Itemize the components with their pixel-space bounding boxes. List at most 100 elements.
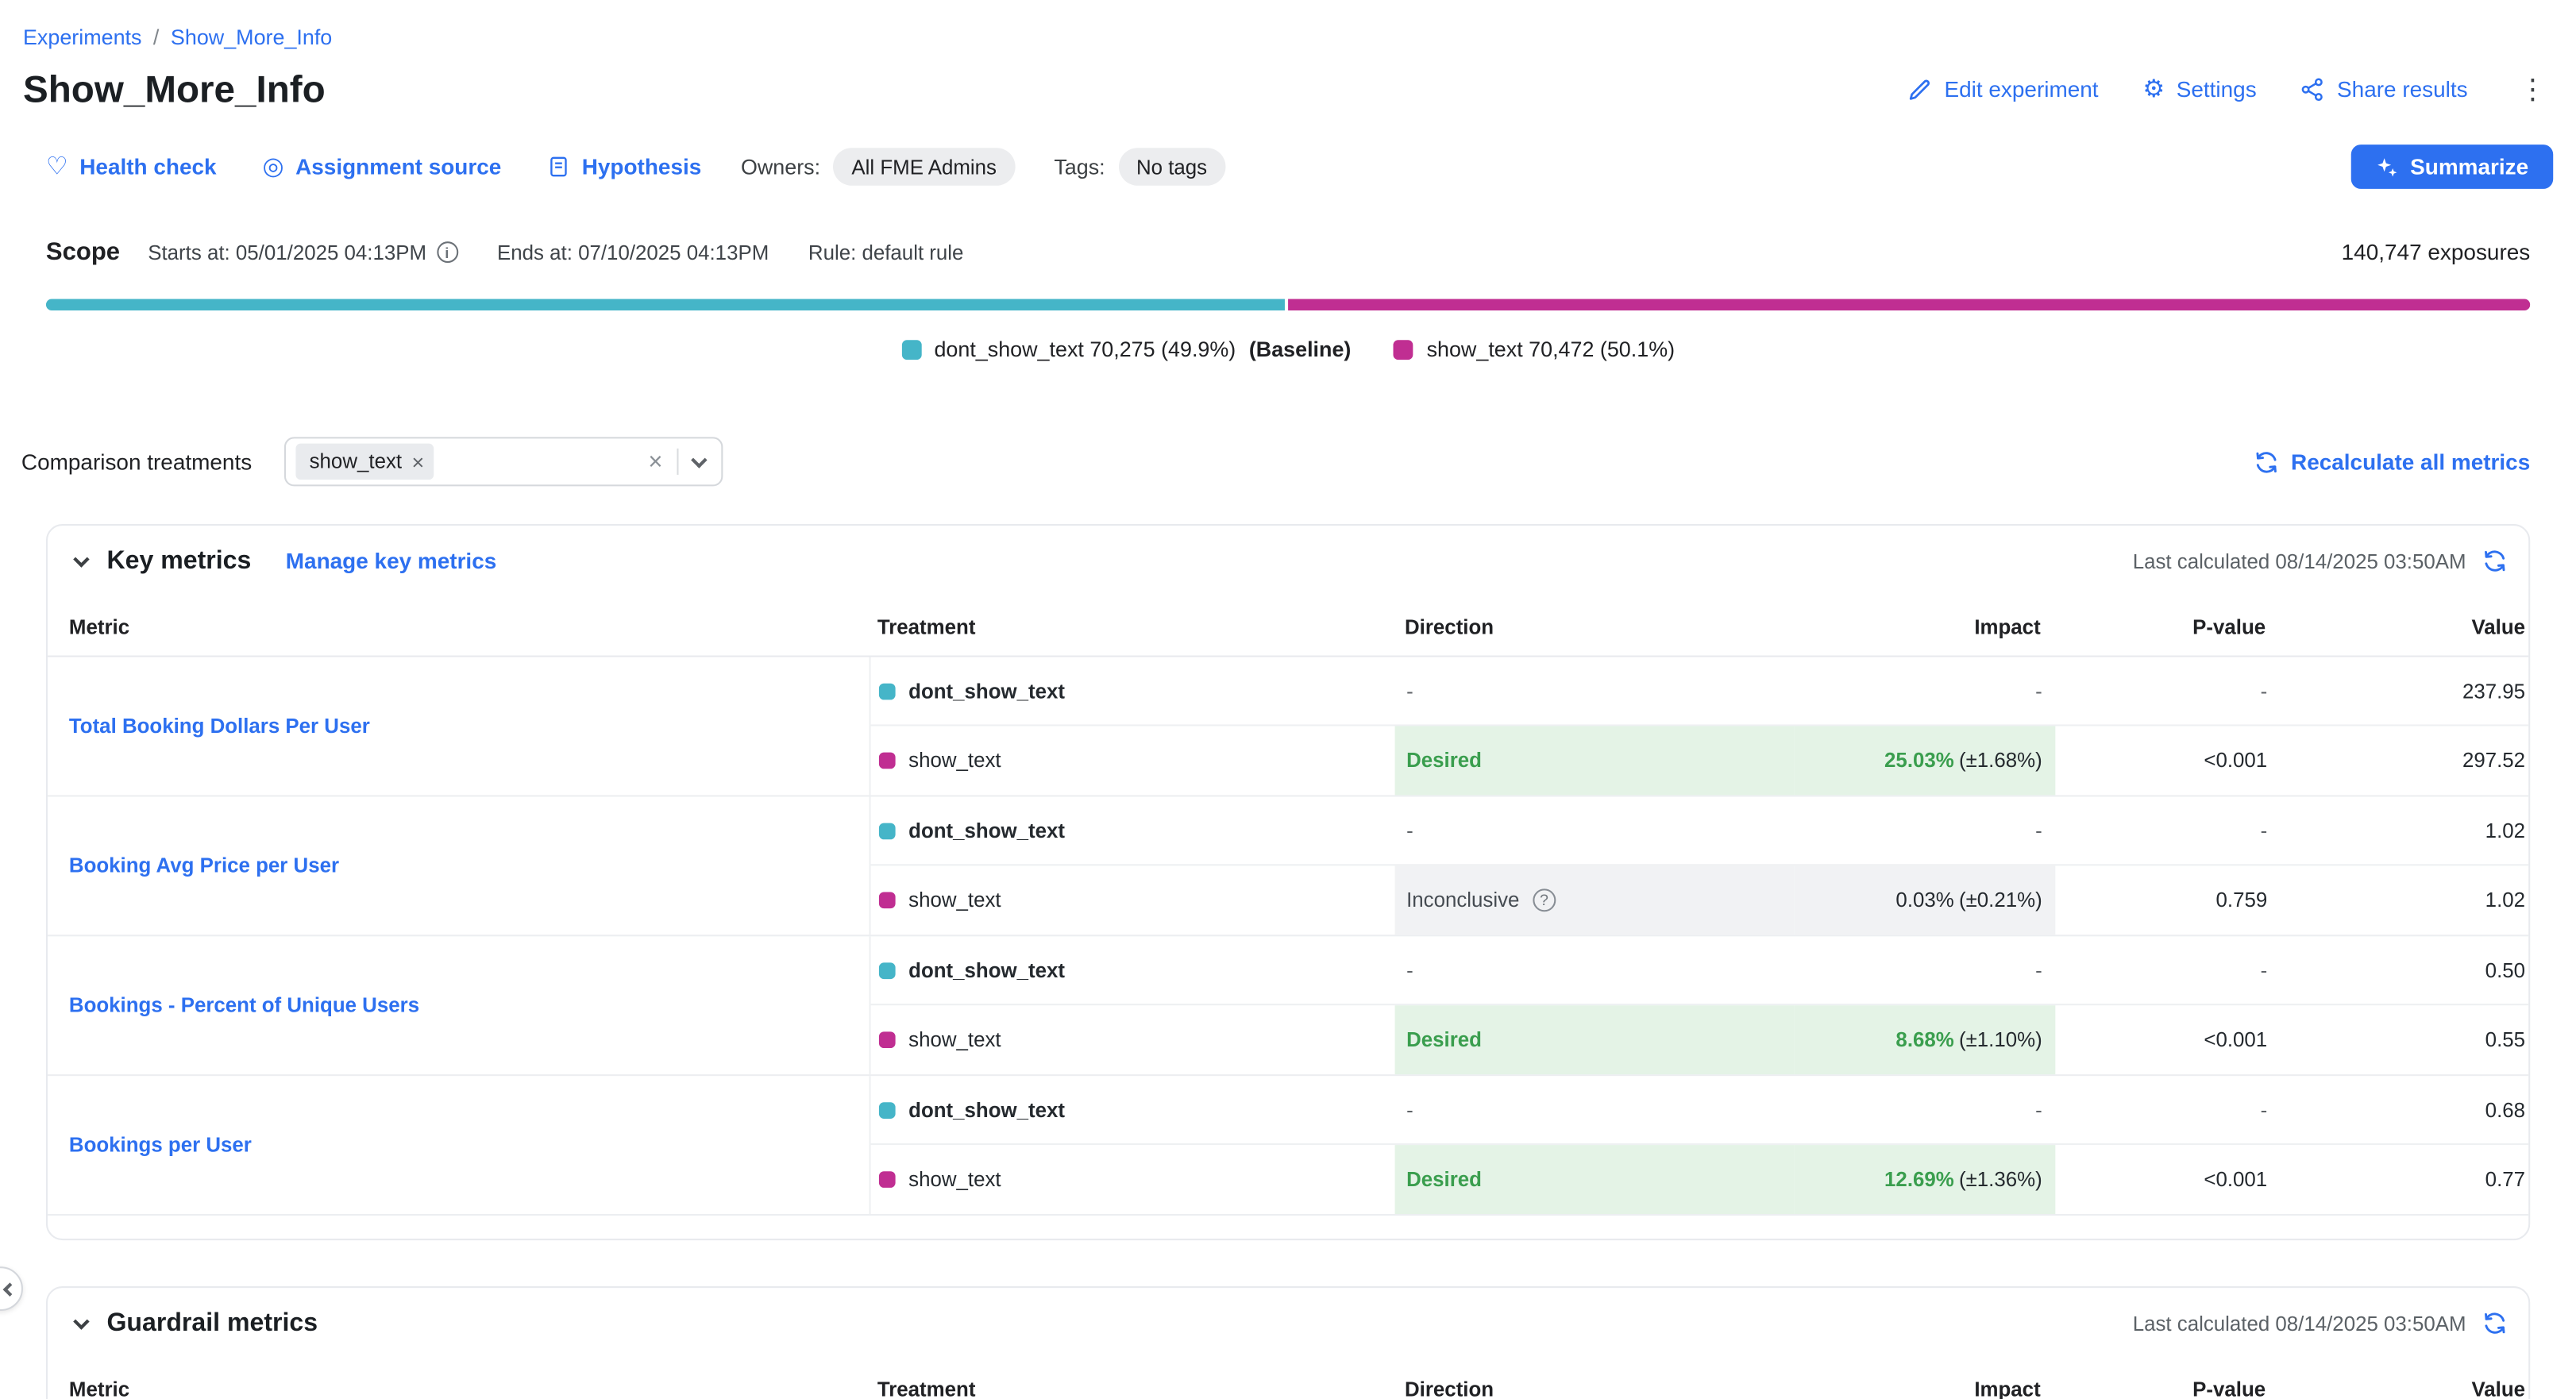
metric-name-cell: Bookings - Percent of Unique Users — [48, 936, 870, 1074]
treatment-name: dont_show_text — [908, 680, 1065, 703]
pvalue-cell: <0.001 — [2055, 1145, 2273, 1214]
table-row-baseline: dont_show_text - - - 1.02 — [871, 796, 2529, 865]
pvalue-cell: - — [2055, 796, 2273, 864]
impact-cell: 8.68%(±1.10%) — [1794, 1005, 2055, 1074]
impact-value: - — [2035, 819, 2042, 842]
direction-value: - — [1406, 819, 1413, 842]
metric-link[interactable]: Bookings - Percent of Unique Users — [69, 994, 419, 1017]
health-check-label: Health check — [79, 154, 216, 179]
select-clear-icon[interactable]: × — [648, 449, 662, 474]
tags-chip[interactable]: No tags — [1118, 148, 1225, 186]
table-row-baseline: dont_show_text - - - 0.50 — [871, 936, 2529, 1005]
treatment-cell: dont_show_text — [871, 936, 1395, 1004]
scope-starts-at: Starts at: 05/01/2025 04:13PM i — [148, 241, 457, 264]
breadcrumb-experiments-link[interactable]: Experiments — [23, 25, 141, 49]
metric-value: 1.02 — [2485, 819, 2525, 842]
chevron-left-icon — [3, 1281, 17, 1296]
metric-link[interactable]: Booking Avg Price per User — [69, 854, 339, 877]
document-icon — [547, 154, 570, 179]
pvalue-cell: - — [2055, 936, 2273, 1004]
direction-value: Inconclusive — [1406, 888, 1519, 911]
value-cell: 0.50 — [2273, 936, 2528, 1004]
scope-ends-at: Ends at: 07/10/2025 04:13PM — [497, 241, 769, 264]
experiment-results-page: Experiments / Show_More_Info Show_More_I… — [0, 0, 2576, 1399]
direction-value: Desired — [1406, 1028, 1482, 1051]
table-row-baseline: dont_show_text - - - 237.95 — [871, 657, 2529, 726]
share-results-label: Share results — [2337, 76, 2468, 101]
experiment-toolbar: ♡ Health check ◎ Assignment source Hypot… — [46, 145, 2553, 189]
header-actions: Edit experiment ⚙ Settings Share results… — [1908, 71, 2553, 106]
edit-experiment-label: Edit experiment — [1944, 76, 2098, 101]
summarize-label: Summarize — [2410, 154, 2528, 179]
exposure-bar-treatment-segment — [1289, 299, 2530, 310]
pvalue-value: - — [2261, 819, 2268, 842]
kebab-menu-button[interactable]: ⋮ — [2512, 71, 2554, 106]
pvalue-value: - — [2261, 958, 2268, 981]
impact-confidence-interval: (±1.68%) — [1959, 749, 2042, 772]
value-cell: 1.02 — [2273, 865, 2528, 935]
table-row-treatment: show_text Desired 25.03%(±1.68%) <0.001 … — [871, 726, 2529, 795]
key-metrics-card: Key metrics Manage key metrics Last calc… — [46, 524, 2530, 1240]
table-row-treatment: show_text Inconclusive? 0.03%(±0.21%) 0.… — [871, 865, 2529, 935]
impact-cell: - — [1794, 657, 2055, 725]
assignment-source-link[interactable]: ◎ Assignment source — [263, 154, 502, 179]
impact-cell: 0.03%(±0.21%) — [1794, 865, 2055, 935]
impact-value: 12.69% — [1884, 1168, 1954, 1191]
column-header-impact: Impact — [1792, 615, 2053, 638]
recalculate-all-metrics-button[interactable]: Recalculate all metrics — [2255, 449, 2531, 474]
gear-icon: ⚙ — [2142, 76, 2165, 101]
legend-baseline: dont_show_text 70,275 (49.9%) (Baseline) — [901, 337, 1351, 361]
question-icon[interactable]: ? — [1533, 888, 1556, 911]
settings-button[interactable]: ⚙ Settings — [2142, 76, 2256, 101]
key-metrics-refresh-button[interactable] — [2482, 549, 2507, 573]
metric-link[interactable]: Total Booking Dollars Per User — [69, 715, 370, 738]
legend-baseline-suffix: (Baseline) — [1249, 337, 1352, 361]
breadcrumb-current-link[interactable]: Show_More_Info — [171, 25, 332, 49]
chevron-down-icon[interactable] — [692, 451, 708, 467]
metric-group: Total Booking Dollars Per User dont_show… — [48, 657, 2528, 797]
treatment-color-swatch — [879, 683, 896, 700]
info-icon[interactable]: i — [436, 241, 457, 263]
exposure-legend: dont_show_text 70,275 (49.9%) (Baseline)… — [46, 337, 2530, 361]
column-header-metric: Metric — [48, 615, 870, 638]
scope-rule: Rule: default rule — [808, 241, 964, 264]
hypothesis-link[interactable]: Hypothesis — [547, 154, 701, 179]
scope-section: Scope Starts at: 05/01/2025 04:13PM i En… — [46, 238, 2530, 361]
pvalue-value: <0.001 — [2204, 749, 2267, 772]
direction-cell: - — [1395, 1076, 1795, 1143]
pvalue-cell: - — [2055, 1076, 2273, 1143]
impact-value: 8.68% — [1895, 1028, 1953, 1051]
comparison-treatments-select[interactable]: show_text × × — [285, 437, 723, 486]
chip-remove-icon[interactable]: × — [411, 451, 424, 472]
treatment-name: dont_show_text — [908, 819, 1065, 842]
column-header-pvalue: P-value — [2053, 615, 2272, 638]
collapse-chevron-icon[interactable] — [73, 550, 89, 566]
manage-key-metrics-link[interactable]: Manage key metrics — [286, 549, 497, 573]
direction-cell: - — [1395, 657, 1795, 725]
owners-group: Owners: All FME Admins — [741, 148, 1015, 186]
tags-group: Tags: No tags — [1054, 148, 1225, 186]
selected-treatment-chip[interactable]: show_text × — [296, 444, 434, 480]
bullseye-icon: ◎ — [263, 154, 284, 179]
pvalue-value: <0.001 — [2204, 1028, 2267, 1051]
metric-value: 0.68 — [2485, 1098, 2525, 1121]
treatment-color-swatch — [879, 892, 896, 908]
exposures-count: 140,747 exposures — [2342, 240, 2531, 264]
guardrail-refresh-button[interactable] — [2482, 1311, 2507, 1335]
collapse-chevron-icon[interactable] — [73, 1312, 89, 1328]
edit-experiment-button[interactable]: Edit experiment — [1908, 76, 2099, 101]
key-metrics-last-calculated: Last calculated 08/14/2025 03:50AM — [2133, 549, 2466, 572]
treatment-rows: dont_show_text - - - 237.95 show_text De… — [870, 657, 2529, 796]
key-metrics-title: Key metrics — [106, 546, 251, 576]
value-cell: 1.02 — [2273, 796, 2528, 864]
share-results-button[interactable]: Share results — [2301, 76, 2468, 101]
sidebar-toggle[interactable] — [0, 1266, 23, 1311]
summarize-button[interactable]: Summarize — [2351, 145, 2554, 189]
treatment-cell: dont_show_text — [871, 796, 1395, 864]
metric-link[interactable]: Bookings per User — [69, 1134, 252, 1157]
owners-chip[interactable]: All FME Admins — [834, 148, 1015, 186]
health-check-link[interactable]: ♡ Health check — [46, 154, 217, 179]
column-header-value: Value — [2272, 1378, 2528, 1399]
pvalue-cell: - — [2055, 657, 2273, 725]
settings-label: Settings — [2177, 76, 2257, 101]
